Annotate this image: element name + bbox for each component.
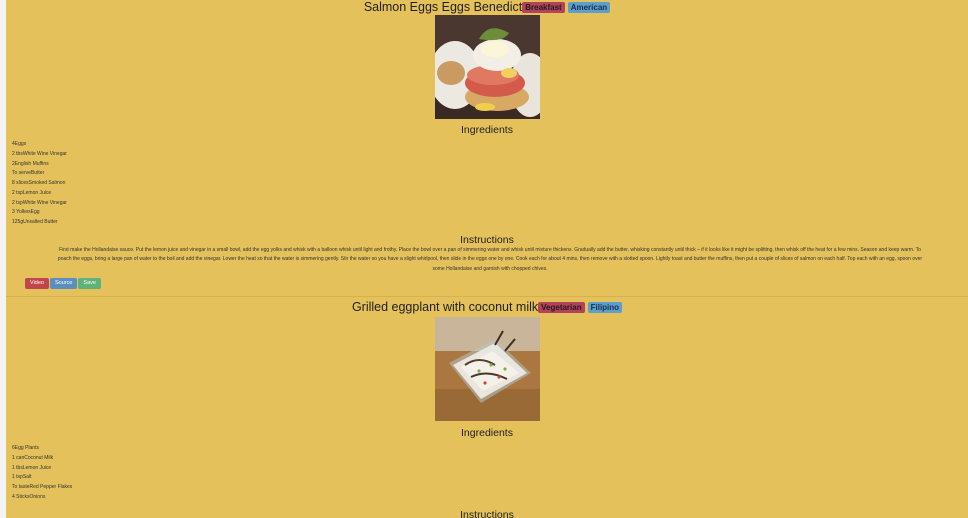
recipe-card-salmon-eggs-benedict: Salmon Eggs Eggs Benedict Breakfast Americ… [6, 0, 968, 290]
grilled-eggplant-photo [434, 317, 540, 421]
instructions-heading: Instructions [460, 233, 514, 246]
instructions-line: some Hollandaise and garnish with choppe… [432, 265, 548, 272]
ingredients-heading: Ingredients [461, 124, 513, 136]
recipe-title-row: Salmon Eggs Eggs Benedict Breakfast Americ… [6, 0, 968, 14]
recipe-divider [6, 296, 968, 297]
recipe-title-row: Grilled eggplant with coconut milk Vegeta… [6, 300, 968, 314]
ingredient-item: 1 tbsLemon Juice [12, 464, 52, 471]
ingredient-item: To serveButter [12, 170, 45, 177]
ingredient-item: 3 YolkesEgg [12, 209, 40, 216]
recipe-photo-wrap [6, 317, 968, 421]
category-badge: Vegetarian [538, 302, 585, 313]
ingredient-item: To tasteRed Pepper Flakes [12, 484, 73, 490]
ingredients-list: 4Eggs 2 tbsWhite Wine Vinegar 2English M… [6, 140, 968, 228]
ingredient-item: 2 tspWhite Wine Vinegar [12, 199, 67, 206]
area-badge: American [567, 2, 611, 13]
recipe-list-page: Salmon Eggs Eggs Benedict Breakfast Americ… [0, 0, 968, 518]
ingredient-item: 8 slicesSmoked Salmon [12, 180, 66, 186]
ingredients-list: 6Egg Plants 1 canCoconut Milk 1 tbsLemon… [6, 444, 968, 503]
ingredient-item: 6Egg Plants [12, 445, 39, 451]
ingredient-item: 1 canCoconut Milk [12, 454, 54, 461]
ingredient-item: 4Eggs [12, 141, 27, 147]
ingredient-item: 1 tspSalt [12, 474, 32, 481]
recipe-title: Salmon Eggs Eggs Benedict [363, 0, 523, 14]
ingredient-item: 2 tbsWhite Wine Vinegar [12, 150, 67, 157]
save-button[interactable]: Save [78, 278, 101, 290]
instructions-line: First make the Hollandaise sauce. Put th… [59, 246, 921, 253]
ingredient-item: 125gUnsalted Butter [12, 219, 58, 225]
ingredients-heading: Ingredients [461, 427, 513, 439]
eggs-benedict-photo [434, 15, 540, 119]
video-button[interactable]: Video [25, 278, 49, 290]
recipe-card-grilled-eggplant: Grilled eggplant with coconut milk Vegeta… [6, 300, 968, 518]
recipe-actions: Video Source Save [25, 278, 968, 290]
area-badge: Filipino [587, 302, 623, 313]
instructions-line: poach the eggs, bring a large pan of wat… [57, 256, 923, 263]
recipe-photo-wrap [6, 15, 968, 119]
ingredient-item: 2English Muffins [12, 160, 49, 167]
instructions-heading: Instructions [460, 508, 514, 518]
source-button[interactable]: Source [49, 278, 78, 290]
ingredient-item: 2 tspLemon Juice [12, 189, 52, 196]
ingredient-item: 4 SticksOnions [12, 493, 46, 500]
category-badge: Breakfast [522, 2, 565, 13]
recipe-title: Grilled eggplant with coconut milk [351, 300, 539, 314]
